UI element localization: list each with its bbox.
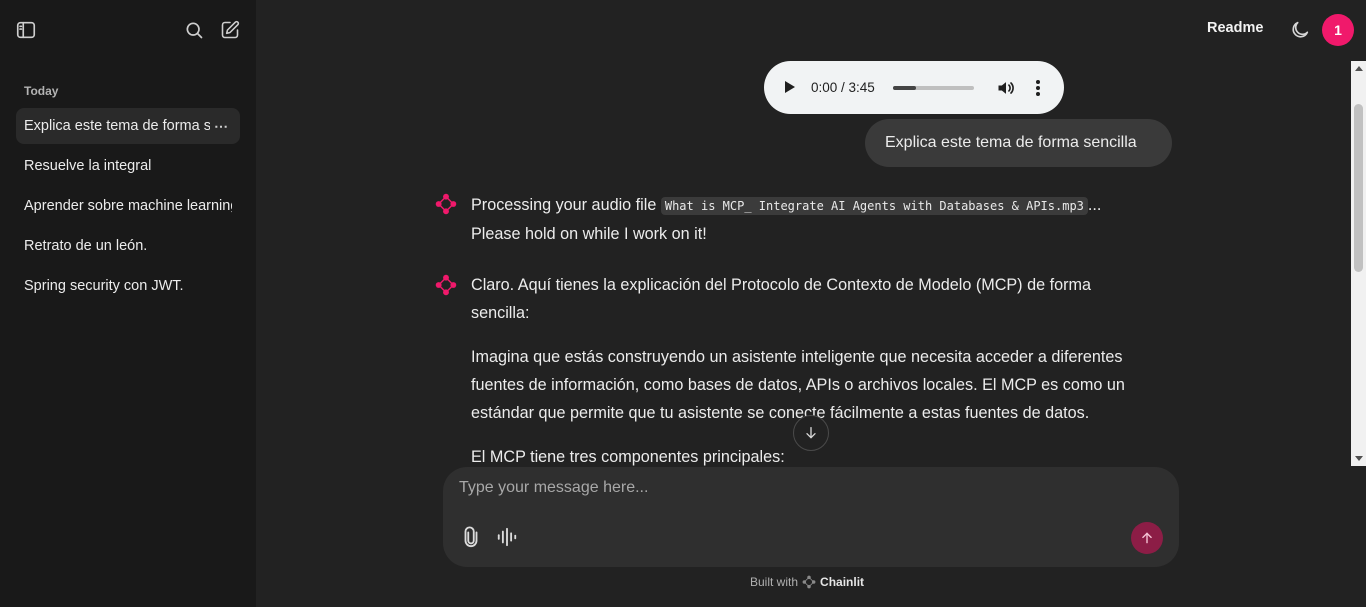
assistant-avatar-icon [435, 274, 457, 296]
message-input[interactable] [459, 479, 1139, 505]
paperclip-icon[interactable] [460, 526, 482, 548]
avatar[interactable]: 1 [1322, 14, 1354, 46]
audio-progress-bar[interactable] [893, 86, 974, 90]
more-options-icon[interactable] [1034, 78, 1042, 98]
thread-label: Retrato de un león. [24, 238, 148, 254]
send-button[interactable] [1131, 522, 1163, 554]
sidebar-thread-leon[interactable]: Retrato de un león. [16, 228, 240, 264]
sidebar-thread-integral[interactable]: Resuelve la integral [16, 148, 240, 184]
voice-waveform-icon[interactable] [496, 526, 518, 548]
scrollbar[interactable] [1351, 61, 1366, 466]
processing-line2: Please hold on while I work on it! [471, 225, 707, 243]
thread-menu-icon[interactable]: ⋯ [210, 118, 232, 135]
chainlit-logo-icon [802, 575, 816, 589]
thread-label: Resuelve la integral [24, 158, 152, 174]
scroll-down-arrow-icon[interactable] [1355, 456, 1363, 461]
message-composer [443, 467, 1179, 567]
assistant-message-processing: Processing your audio file What is MCP_ … [471, 191, 1141, 248]
sidebar-thread-explica[interactable]: Explica este tema de forma sencilla ⋯ [16, 108, 240, 144]
sidebar-section-today: Today [24, 84, 59, 98]
sidebar-thread-machine-learning[interactable]: Aprender sobre machine learning [16, 188, 240, 224]
moon-icon[interactable] [1289, 19, 1311, 41]
arrow-down-icon [806, 427, 816, 439]
built-with-footer[interactable]: Built with Chainlit [750, 575, 864, 589]
answer-paragraph-1: Claro. Aquí tienes la explicación del Pr… [471, 276, 1091, 322]
audio-filename: What is MCP_ Integrate AI Agents with Da… [660, 197, 1088, 215]
user-message-bubble: Explica este tema de forma sencilla [865, 119, 1172, 167]
scrollbar-thumb[interactable] [1354, 104, 1363, 272]
thread-label: Spring security con JWT. [24, 278, 184, 294]
chainlit-brand: Chainlit [820, 575, 865, 589]
readme-button[interactable]: Readme [1207, 20, 1263, 36]
play-icon[interactable] [785, 81, 795, 93]
new-chat-icon[interactable] [218, 18, 242, 42]
processing-ellipsis: ... [1087, 196, 1102, 214]
thread-label: Aprender sobre machine learning [24, 198, 232, 214]
audio-player: 0:00 / 3:45 [764, 61, 1064, 114]
scroll-up-arrow-icon[interactable] [1355, 66, 1363, 71]
scroll-to-bottom-button[interactable] [793, 415, 829, 451]
sidebar-toggle-icon[interactable] [14, 18, 38, 42]
thread-label: Explica este tema de forma sencilla [24, 118, 210, 134]
processing-text: Processing your audio file [471, 196, 661, 214]
sidebar: Today Explica este tema de forma sencill… [0, 0, 256, 607]
volume-icon[interactable] [996, 78, 1016, 98]
arrow-up-icon [1142, 532, 1152, 544]
audio-progress-fill [893, 86, 916, 90]
answer-paragraph-2: Imagina que estás construyendo un asiste… [471, 348, 1125, 422]
sidebar-thread-spring[interactable]: Spring security con JWT. [16, 268, 240, 304]
built-with-label: Built with [750, 575, 799, 589]
audio-time: 0:00 / 3:45 [811, 80, 875, 95]
assistant-avatar-icon [435, 193, 457, 215]
search-icon[interactable] [182, 18, 206, 42]
